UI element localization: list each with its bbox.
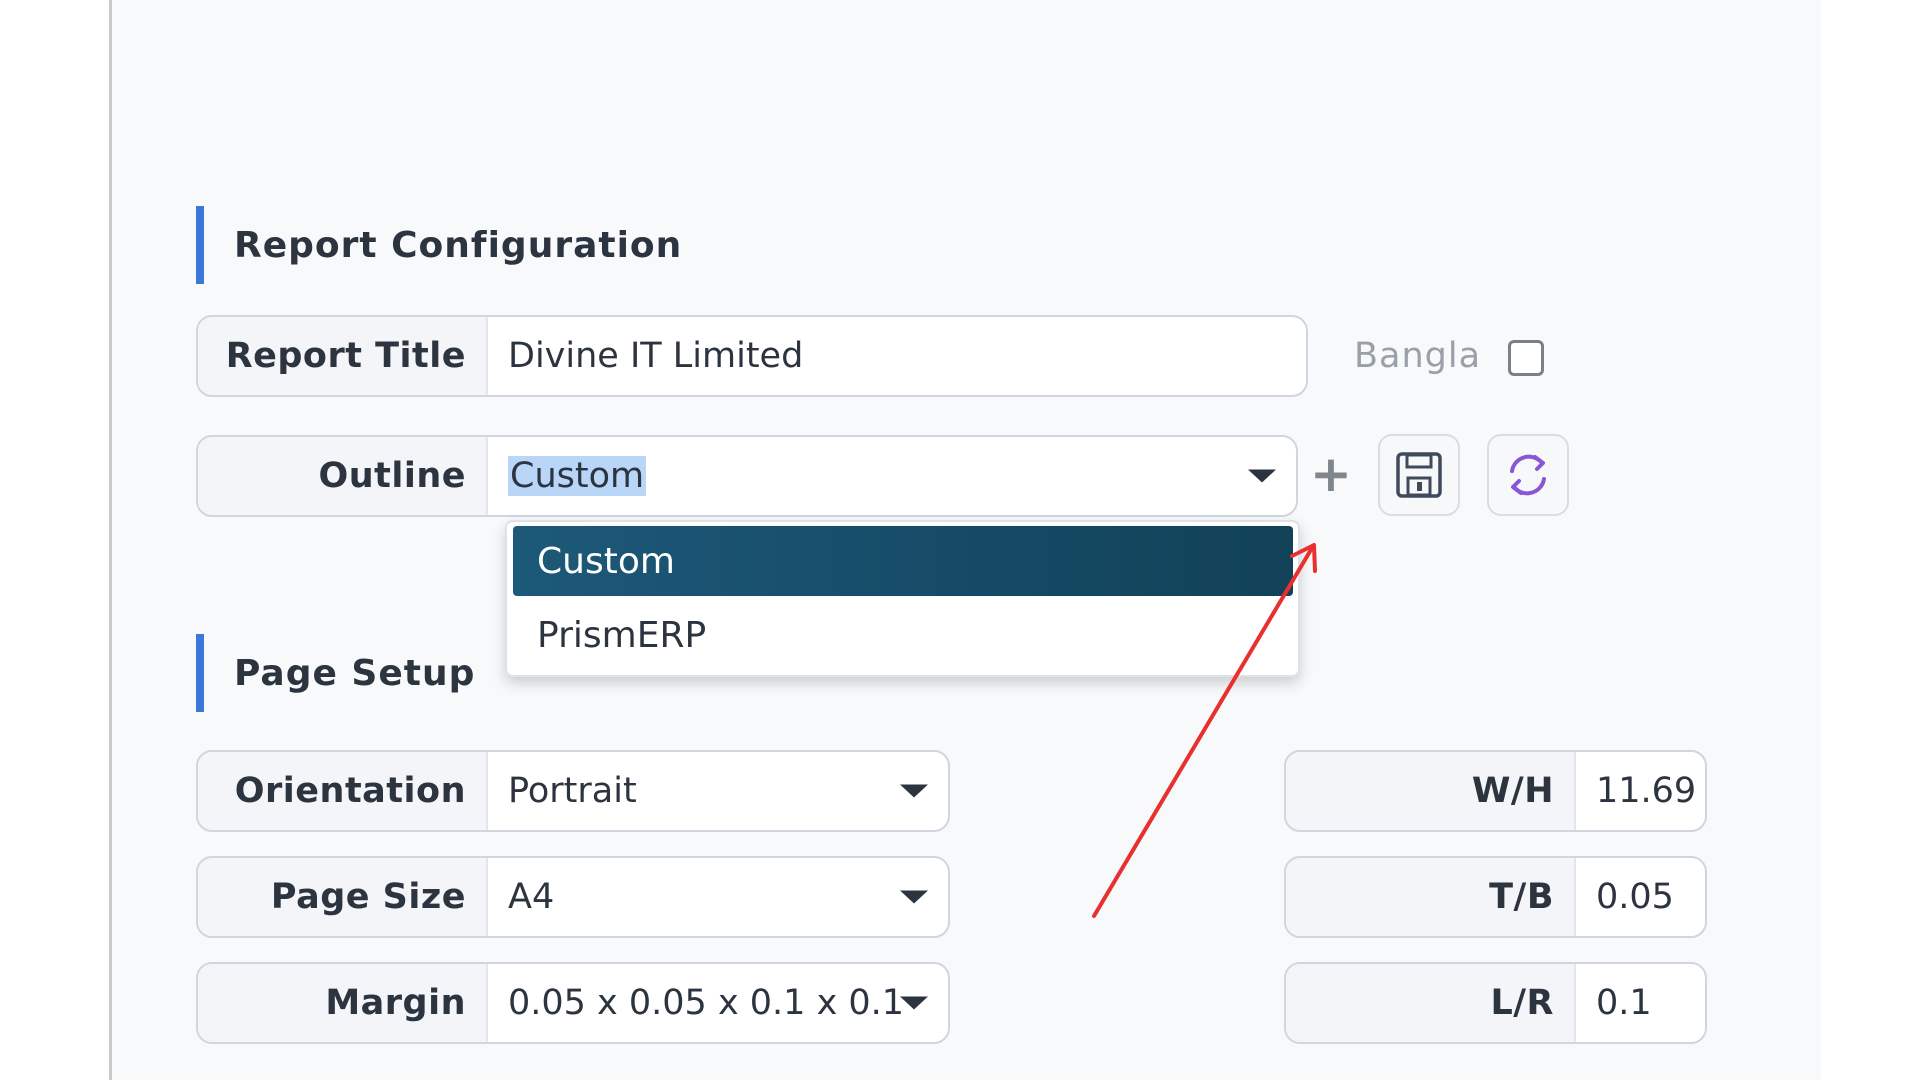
lr-label: L/R bbox=[1286, 964, 1576, 1042]
dropdown-option-prismerp[interactable]: PrismERP bbox=[513, 600, 1293, 670]
page-size-field: Page Size A4 bbox=[196, 856, 950, 938]
margin-field: Margin 0.05 x 0.05 x 0.1 x 0.1 bbox=[196, 962, 950, 1044]
chevron-down-icon[interactable] bbox=[900, 784, 928, 798]
report-title-input[interactable]: Divine IT Limited bbox=[488, 317, 1306, 395]
tb-field: T/B 0.05 bbox=[1284, 856, 1707, 938]
report-configuration-heading: Report Configuration bbox=[196, 206, 682, 284]
report-configuration-title: Report Configuration bbox=[234, 224, 683, 266]
page-size-label: Page Size bbox=[198, 858, 488, 936]
chevron-down-icon[interactable] bbox=[900, 996, 928, 1010]
orientation-value: Portrait bbox=[508, 771, 637, 811]
orientation-field: Orientation Portrait bbox=[196, 750, 950, 832]
outline-selected-value: Custom bbox=[508, 456, 647, 496]
wh-field: W/H 11.69 bbox=[1284, 750, 1707, 832]
margin-value: 0.05 x 0.05 x 0.1 x 0.1 bbox=[508, 983, 905, 1023]
outline-field: Outline Custom bbox=[196, 435, 1298, 517]
report-title-field: Report Title Divine IT Limited bbox=[196, 315, 1308, 397]
refresh-icon bbox=[1510, 454, 1546, 496]
tb-label: T/B bbox=[1286, 858, 1576, 936]
refresh-button[interactable] bbox=[1487, 434, 1569, 516]
margin-label: Margin bbox=[198, 964, 488, 1042]
outline-label: Outline bbox=[198, 437, 488, 515]
page-size-value: A4 bbox=[508, 877, 555, 917]
page-setup-title: Page Setup bbox=[234, 652, 476, 694]
wh-label: W/H bbox=[1286, 752, 1576, 830]
tb-input[interactable]: 0.05 bbox=[1576, 858, 1705, 936]
outline-dropdown-menu: Custom PrismERP bbox=[505, 520, 1300, 677]
page: Report Configuration Report Title Divine… bbox=[0, 0, 1920, 1080]
save-button[interactable] bbox=[1378, 434, 1460, 516]
plus-icon[interactable]: + bbox=[1310, 449, 1352, 499]
margin-select[interactable]: 0.05 x 0.05 x 0.1 x 0.1 bbox=[488, 964, 948, 1042]
orientation-select[interactable]: Portrait bbox=[488, 752, 948, 830]
orientation-label: Orientation bbox=[198, 752, 488, 830]
report-title-label: Report Title bbox=[198, 317, 488, 395]
page-size-select[interactable]: A4 bbox=[488, 858, 948, 936]
lr-input[interactable]: 0.1 bbox=[1576, 964, 1705, 1042]
outline-select[interactable]: Custom bbox=[488, 437, 1296, 515]
chevron-down-icon[interactable] bbox=[900, 890, 928, 904]
bangla-checkbox[interactable] bbox=[1508, 340, 1544, 376]
bangla-label: Bangla bbox=[1354, 336, 1482, 376]
page-setup-heading: Page Setup bbox=[196, 634, 475, 712]
lr-field: L/R 0.1 bbox=[1284, 962, 1707, 1044]
wh-input[interactable]: 11.69 bbox=[1576, 752, 1705, 830]
chevron-down-icon[interactable] bbox=[1248, 469, 1276, 483]
dropdown-option-custom[interactable]: Custom bbox=[513, 526, 1293, 596]
floppy-disk-icon bbox=[1396, 452, 1442, 498]
